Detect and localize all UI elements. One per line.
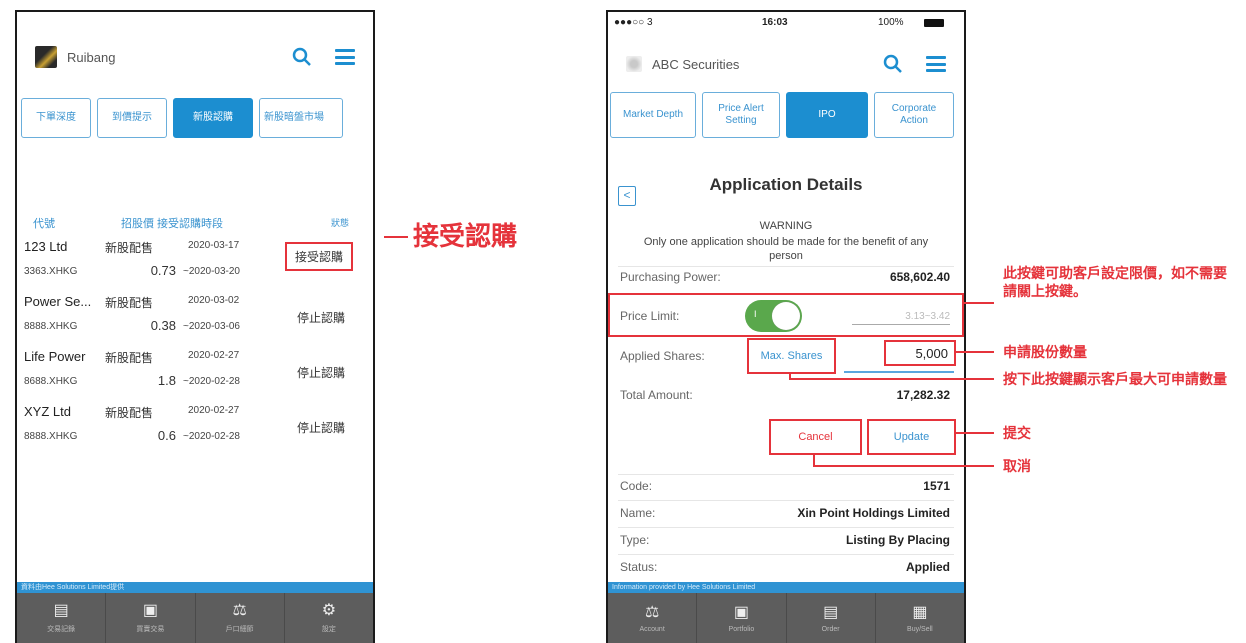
header-period: 接受認購時段 — [157, 218, 223, 230]
name-value: Xin Point Holdings Limited — [797, 506, 950, 520]
tab-price-alert[interactable]: 到價提示 — [97, 98, 167, 138]
annotation-accept: 接受認購 — [413, 221, 518, 251]
annotation-line — [384, 236, 408, 238]
battery-percent: 100% — [878, 17, 904, 28]
app-bar: ABC Securities — [608, 32, 964, 96]
wallet-icon: ▣ — [142, 602, 158, 619]
status-label: Status: — [620, 560, 658, 574]
status-bar: ●●●○○ 3 16:03 100% — [608, 12, 964, 34]
scale-icon: ⚖ — [644, 603, 660, 621]
cancel-button[interactable]: Cancel — [769, 419, 862, 455]
status-closed: 停止認購 — [297, 366, 346, 380]
annotation-line — [962, 302, 994, 304]
annotation-price-limit: 此按鍵可助客戶設定限價，如不需要請關上按鍵。 — [1003, 265, 1227, 299]
nav-account[interactable]: ⚖ Account — [608, 593, 698, 643]
header-price: 招股價 — [121, 218, 154, 230]
tab-price-alert-setting[interactable]: Price Alert Setting — [702, 92, 780, 138]
table-row[interactable]: 123 Ltd 3363.XHKG 新股配售 0.73 2020-03-17 ~… — [17, 239, 373, 294]
nav-trading[interactable]: ▣ 買賣交易 — [106, 593, 196, 643]
annotation-line — [954, 351, 994, 353]
tab-ipo[interactable]: 新股認購 — [173, 98, 253, 138]
menu-icon[interactable] — [926, 56, 946, 72]
gear-icon: ⚙ — [321, 602, 337, 619]
nav-buy-sell[interactable]: ▦ Buy/Sell — [876, 593, 964, 643]
table-row[interactable]: Power Se... 8888.XHKG 新股配售 0.38 2020-03-… — [17, 294, 373, 349]
bottom-nav: ⚖ Account ▣ Portfolio ▤ Order ▦ Buy/Sell — [608, 593, 964, 643]
bottom-nav: ▤ 交易記錄 ▣ 買賣交易 ⚖ 戶口細節 ⚙ 設定 — [17, 593, 373, 643]
tab-bar: 下單深度 到價提示 新股認購 新股暗盤市場 — [21, 98, 373, 138]
cash-icon: ▦ — [912, 603, 928, 621]
battery-icon — [924, 19, 944, 27]
wallet-icon: ▣ — [733, 603, 749, 621]
annotation-cancel: 取消 — [1003, 458, 1031, 474]
header-status: 狀態 — [331, 218, 350, 228]
applied-shares-input[interactable]: 5,000 — [884, 340, 956, 366]
page-title: Application Details — [709, 175, 863, 194]
price-limit-toggle[interactable]: I — [745, 300, 802, 332]
ruibang-logo-icon — [35, 46, 57, 68]
tab-bar: Market Depth Price Alert Setting IPO Cor… — [610, 92, 964, 138]
status-closed: 停止認購 — [297, 421, 346, 435]
annotation-submit: 提交 — [1003, 425, 1031, 441]
abc-logo-icon — [626, 56, 642, 72]
nav-portfolio[interactable]: ▣ Portfolio — [697, 593, 787, 643]
clipboard-icon: ▤ — [823, 603, 839, 621]
purchasing-power-label: Purchasing Power: — [620, 270, 721, 284]
code-value: 1571 — [923, 479, 950, 493]
toggle-knob — [772, 302, 800, 330]
name-label: Name: — [620, 506, 656, 520]
type-value: Listing By Placing — [845, 533, 950, 547]
annotation-applied-shares: 申請股份數量 — [1003, 344, 1087, 360]
clipboard-icon: ▤ — [53, 602, 69, 619]
max-shares-button[interactable]: Max. Shares — [747, 338, 836, 374]
nav-order[interactable]: ▤ Order — [787, 593, 876, 643]
annotation-line — [956, 432, 994, 434]
tab-grey-market[interactable]: 新股暗盤市場 — [259, 98, 343, 138]
annotation-line — [789, 378, 994, 380]
app-name: ABC Securities — [652, 56, 740, 72]
code-label: Code: — [620, 479, 653, 493]
tab-market-depth[interactable]: Market Depth — [610, 92, 696, 138]
table-row[interactable]: Life Power 8688.XHKG 新股配售 1.8 2020-02-27… — [17, 349, 373, 404]
annotation-max-shares: 按下此按鍵顯示客戶最大可申請數量 — [1003, 371, 1227, 387]
provider-strip: 資料由Hee Solutions Limited提供 — [17, 582, 373, 593]
annotation-line — [813, 465, 994, 467]
warning-title: WARNING — [759, 220, 813, 232]
table-row[interactable]: XYZ Ltd 8888.XHKG 新股配售 0.6 2020-02-27 ~2… — [17, 404, 373, 459]
nav-account[interactable]: ⚖ 戶口細節 — [196, 593, 285, 643]
status-accepting: 接受認購 — [285, 242, 354, 271]
ipo-table-header: 代號 招股價 接受認購時段 狀態 — [17, 215, 373, 235]
price-limit-range: 3.13~3.42 — [852, 311, 950, 325]
signal-indicator: ●●●○○ 3 — [614, 17, 653, 28]
search-icon[interactable] — [882, 53, 904, 75]
status-value: Applied — [906, 560, 950, 574]
clock: 16:03 — [762, 17, 788, 28]
provider-strip: Information provided by Hee Solutions Li… — [608, 582, 964, 593]
purchasing-power-value: 658,602.40 — [889, 270, 950, 284]
nav-trade-records[interactable]: ▤ 交易記錄 — [17, 593, 107, 643]
warning-text: Only one application should be made for … — [643, 236, 929, 262]
tab-corporate-action[interactable]: Corporate Action — [874, 92, 954, 138]
left-phone-screen: Ruibang 下單深度 到價提示 新股認購 新股暗盤市場 代號 招股價 接受認… — [15, 10, 375, 643]
applied-shares-label: Applied Shares: — [620, 349, 705, 363]
price-limit-label: Price Limit: — [620, 309, 680, 323]
scale-icon: ⚖ — [232, 602, 247, 619]
header-code: 代號 — [33, 218, 55, 230]
tab-market-depth[interactable]: 下單深度 — [21, 98, 91, 138]
total-amount-value: 17,282.32 — [896, 388, 950, 402]
status-closed: 停止認購 — [297, 311, 346, 325]
nav-settings[interactable]: ⚙ 設定 — [285, 593, 373, 643]
search-icon[interactable] — [291, 46, 313, 68]
menu-icon[interactable] — [335, 49, 355, 65]
tab-ipo[interactable]: IPO — [786, 92, 868, 138]
total-amount-label: Total Amount: — [620, 388, 693, 402]
type-label: Type: — [620, 533, 650, 547]
app-name: Ruibang — [67, 49, 116, 65]
update-button[interactable]: Update — [867, 419, 956, 455]
app-bar: Ruibang — [17, 25, 373, 89]
right-phone-screen: ●●●○○ 3 16:03 100% ABC Securities Market… — [606, 10, 966, 643]
